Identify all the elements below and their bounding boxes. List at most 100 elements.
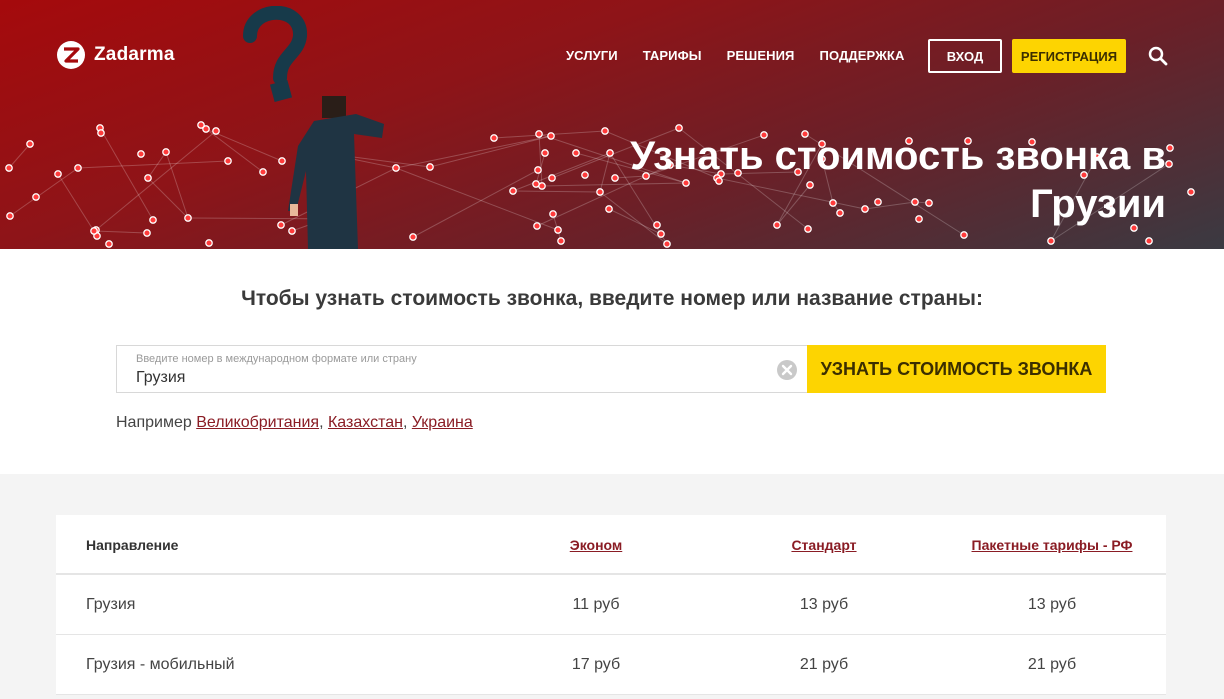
examples-prefix: Например	[116, 414, 192, 431]
network-pin	[1165, 160, 1173, 168]
network-pin	[532, 180, 540, 188]
network-pin	[184, 214, 192, 222]
nav-item-tariffs[interactable]: ТАРИФЫ	[643, 48, 702, 63]
rate-search-card: Чтобы узнать стоимость звонка, введите н…	[0, 249, 1224, 474]
network-line	[165, 151, 189, 219]
network-pin	[960, 231, 968, 239]
network-pin	[74, 164, 82, 172]
search-examples: Например Великобритания, Казахстан, Укра…	[116, 414, 473, 431]
network-pin	[557, 237, 565, 245]
search-heading: Чтобы узнать стоимость звонка, введите н…	[241, 287, 983, 310]
network-pin	[1187, 188, 1195, 196]
network-pin	[26, 140, 34, 148]
main-nav: УСЛУГИ ТАРИФЫ РЕШЕНИЯ ПОДДЕРЖКА	[566, 48, 904, 63]
example-link-ukraine[interactable]: Украина	[412, 414, 473, 431]
network-line	[395, 135, 552, 169]
row-standard-price: 13 руб	[799, 596, 849, 613]
network-pin	[212, 127, 220, 135]
network-line	[429, 135, 552, 168]
register-button[interactable]: РЕГИСТРАЦИЯ	[1012, 39, 1126, 73]
header-packages-link[interactable]: Пакетные тарифы - РФ	[952, 515, 1152, 575]
brand-name: Zadarma	[94, 44, 175, 65]
network-line	[95, 130, 217, 231]
network-pin	[197, 121, 205, 129]
login-button[interactable]: ВХОД	[928, 39, 1002, 73]
network-pin	[149, 216, 157, 224]
network-pin	[137, 150, 145, 158]
network-pin	[32, 193, 40, 201]
table-row: Грузия - мобильный 17 руб 21 руб 21 руб	[56, 635, 1166, 695]
check-rate-button[interactable]: УЗНАТЬ СТОИМОСТЬ ЗВОНКА	[807, 345, 1106, 393]
header-economy-link[interactable]: Эконом	[496, 515, 696, 575]
network-pin	[548, 174, 556, 182]
network-line	[395, 167, 559, 231]
network-pin	[509, 187, 517, 195]
header-direction: Направление	[86, 537, 179, 553]
search-input[interactable]: Грузия	[136, 369, 185, 387]
thinking-man-illustration	[236, 5, 396, 249]
network-line	[538, 133, 543, 187]
row-economy-price: 11 руб	[572, 596, 620, 613]
network-pin	[657, 230, 665, 238]
row-economy-price: 17 руб	[571, 656, 621, 673]
zadarma-logo-icon	[57, 41, 85, 69]
network-pin	[105, 240, 113, 248]
rates-table: Направление Эконом Стандарт Пакетные тар…	[56, 515, 1166, 695]
network-pin	[54, 170, 62, 178]
network-pin	[1047, 237, 1055, 245]
page-title: Узнать стоимость звонка в Грузии	[566, 132, 1166, 228]
network-pin	[162, 148, 170, 156]
network-pin	[426, 163, 434, 171]
destination-search-field[interactable]: Введите номер в международном формате ил…	[116, 345, 807, 393]
table-row: Грузия 11 руб 13 руб 13 руб	[56, 575, 1166, 635]
header-standard-link[interactable]: Стандарт	[724, 515, 924, 575]
network-pin	[1145, 237, 1153, 245]
network-pin	[534, 166, 542, 174]
network-pin	[97, 129, 105, 137]
network-line	[93, 230, 148, 234]
example-link-uk[interactable]: Великобритания	[196, 414, 319, 431]
network-pin	[533, 222, 541, 230]
network-pin	[535, 130, 543, 138]
page-title-line2: Грузии	[1030, 182, 1166, 226]
network-pin	[143, 229, 151, 237]
network-pin	[90, 227, 98, 235]
nav-item-services[interactable]: УСЛУГИ	[566, 48, 618, 63]
clear-input-icon[interactable]	[776, 359, 798, 381]
network-line	[8, 143, 31, 169]
row-direction: Грузия	[86, 596, 136, 613]
network-line	[57, 173, 98, 237]
network-pin	[144, 174, 152, 182]
network-pin	[205, 239, 213, 247]
network-pin	[490, 134, 498, 142]
network-line	[9, 167, 79, 217]
network-pin	[549, 210, 557, 218]
page-title-line1: Узнать стоимость звонка в	[630, 134, 1166, 178]
row-standard-price: 21 руб	[799, 656, 849, 673]
row-package-price: 13 руб	[1027, 596, 1077, 613]
network-pin	[1166, 144, 1174, 152]
example-link-kazakhstan[interactable]: Казахстан	[328, 414, 403, 431]
network-pin	[663, 240, 671, 248]
search-icon[interactable]	[1148, 46, 1168, 66]
search-field-label: Введите номер в международном формате ил…	[136, 353, 417, 365]
network-pin	[5, 164, 13, 172]
nav-item-support[interactable]: ПОДДЕРЖКА	[820, 48, 905, 63]
nav-item-solutions[interactable]: РЕШЕНИЯ	[727, 48, 795, 63]
network-pin	[554, 226, 562, 234]
network-pin	[224, 157, 232, 165]
network-pin	[541, 149, 549, 157]
network-line	[412, 169, 539, 238]
network-line	[77, 160, 229, 169]
network-line	[147, 177, 189, 219]
network-pin	[675, 124, 683, 132]
table-header: Направление Эконом Стандарт Пакетные тар…	[56, 515, 1166, 575]
hero-banner: Zadarma УСЛУГИ ТАРИФЫ РЕШЕНИЯ ПОДДЕРЖКА …	[0, 0, 1224, 249]
brand-logo[interactable]: Zadarma	[56, 40, 175, 70]
row-package-price: 21 руб	[1027, 656, 1077, 673]
network-line	[99, 127, 154, 221]
network-pin	[409, 233, 417, 241]
network-pin	[6, 212, 14, 220]
network-pin	[547, 132, 555, 140]
row-direction: Грузия - мобильный	[86, 656, 235, 673]
